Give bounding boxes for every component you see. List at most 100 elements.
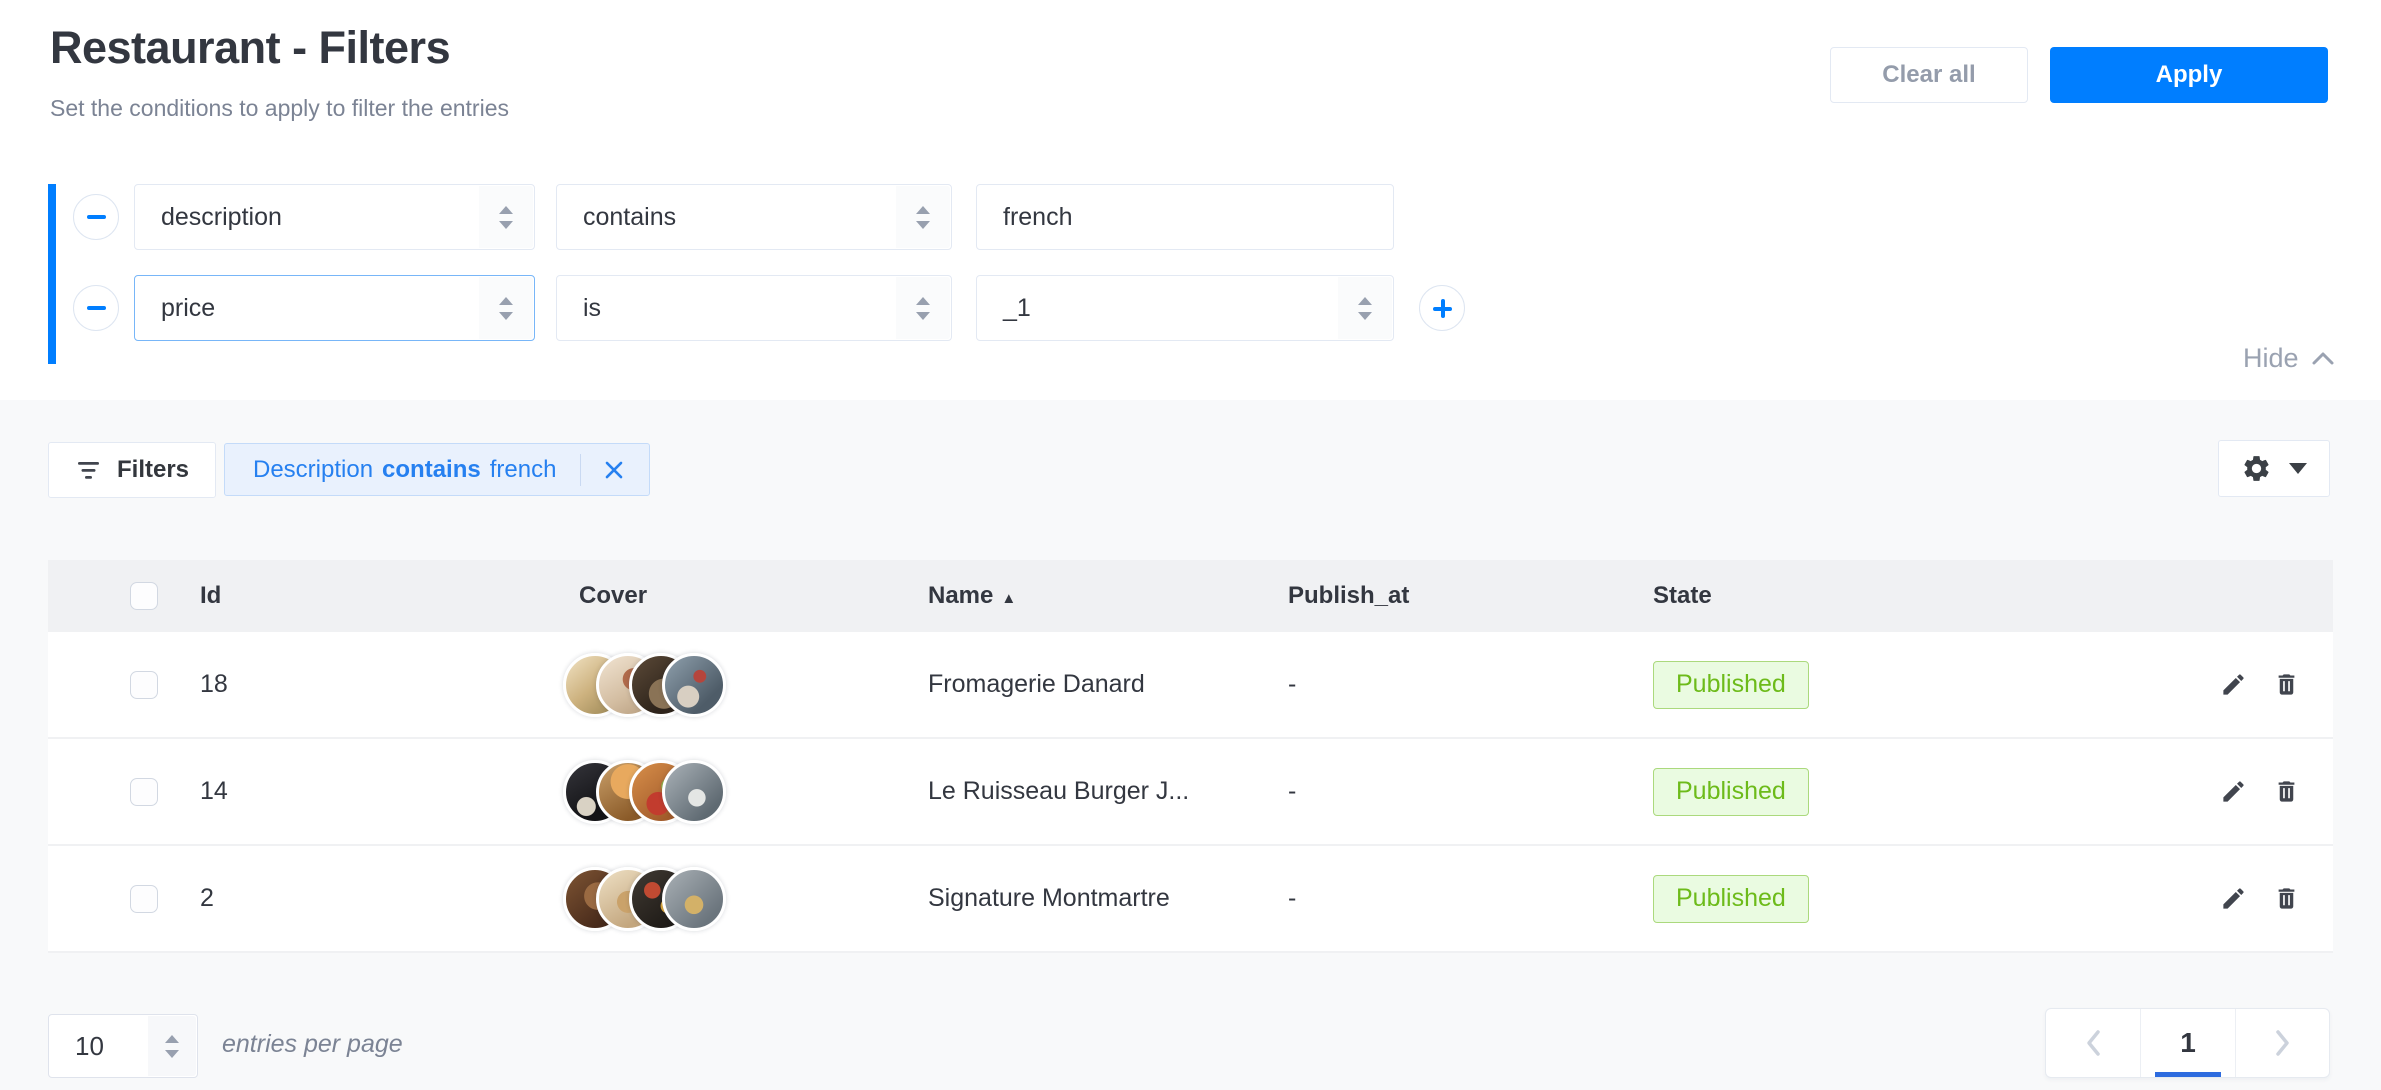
cell-id: 2 — [198, 884, 560, 913]
trash-icon — [2273, 778, 2300, 805]
active-filter-tag: Description contains french — [224, 443, 650, 496]
tag-divider — [580, 454, 581, 486]
clear-all-button[interactable]: Clear all — [1830, 47, 2028, 103]
close-icon — [601, 457, 627, 483]
page-size-select[interactable]: 10 — [48, 1014, 198, 1078]
state-badge: Published — [1653, 661, 1809, 709]
field-select-value: description — [161, 203, 282, 232]
table-header-row: Id Cover Name▲ Publish_at State — [48, 560, 2333, 632]
row-checkbox[interactable] — [130, 778, 158, 806]
cover-images — [563, 653, 726, 717]
trash-icon — [2273, 671, 2300, 698]
remove-filter-tag-button[interactable] — [601, 457, 627, 483]
active-page-indicator — [2155, 1072, 2221, 1077]
current-page-number: 1 — [2180, 1027, 2196, 1059]
select-stepper-icon — [148, 1016, 196, 1076]
select-all-checkbox[interactable] — [130, 582, 158, 610]
cover-image — [662, 760, 726, 824]
cell-name: Signature Montmartre — [928, 884, 1288, 913]
column-header-cover[interactable]: Cover — [560, 582, 928, 610]
restaurant-filters-page: Restaurant - Filters Set the conditions … — [0, 0, 2381, 1090]
cover-image — [662, 867, 726, 931]
value-select[interactable]: _1 — [976, 275, 1394, 341]
next-page-button[interactable] — [2235, 1009, 2329, 1077]
operator-select[interactable]: is — [556, 275, 952, 341]
pencil-icon — [2220, 671, 2247, 698]
page-subtitle: Set the conditions to apply to filter th… — [50, 95, 509, 122]
state-badge: Published — [1653, 768, 1809, 816]
field-select[interactable]: price — [134, 275, 535, 341]
add-condition-button[interactable] — [1419, 285, 1465, 331]
filter-condition-row: description contains — [73, 184, 1394, 250]
select-stepper-icon — [1338, 277, 1392, 339]
cell-name: Fromagerie Danard — [928, 670, 1288, 699]
cell-id: 18 — [198, 670, 560, 699]
field-select-value: price — [161, 294, 215, 323]
remove-condition-button[interactable] — [73, 194, 119, 240]
gear-icon — [2241, 453, 2272, 484]
cell-name: Le Ruisseau Burger J... — [928, 777, 1288, 806]
chevron-down-icon — [2289, 463, 2307, 474]
delete-button[interactable] — [2273, 778, 2300, 805]
operator-select-value: contains — [583, 203, 676, 232]
plus-icon — [1433, 299, 1452, 318]
remove-condition-button[interactable] — [73, 285, 119, 331]
field-select[interactable]: description — [134, 184, 535, 250]
pencil-icon — [2220, 778, 2247, 805]
chevron-up-icon — [2311, 351, 2335, 366]
row-checkbox[interactable] — [130, 885, 158, 913]
state-badge: Published — [1653, 875, 1809, 923]
select-stepper-icon — [896, 186, 950, 248]
content-area: Filters Description contains french — [0, 400, 2381, 1090]
value-select-value: _1 — [1003, 294, 1031, 323]
hide-filters-link[interactable]: Hide — [2243, 343, 2335, 374]
filters-button[interactable]: Filters — [48, 442, 216, 498]
pencil-icon — [2220, 885, 2247, 912]
chevron-right-icon — [2274, 1029, 2291, 1057]
row-checkbox[interactable] — [130, 671, 158, 699]
operator-select[interactable]: contains — [556, 184, 952, 250]
apply-button[interactable]: Apply — [2050, 47, 2328, 103]
sort-asc-icon: ▲ — [1001, 590, 1016, 607]
delete-button[interactable] — [2273, 671, 2300, 698]
chevron-left-icon — [2085, 1029, 2102, 1057]
select-stepper-icon — [479, 277, 533, 339]
filter-tag-value: french — [490, 456, 557, 484]
select-stepper-icon — [896, 277, 950, 339]
minus-icon — [87, 215, 106, 219]
table-row[interactable]: 14 Le Ruisseau Burger J... - Published — [48, 739, 2333, 846]
column-header-publish-at[interactable]: Publish_at — [1288, 582, 1653, 610]
cell-id: 14 — [198, 777, 560, 806]
edit-button[interactable] — [2220, 671, 2247, 698]
pagination: 1 — [2045, 1008, 2330, 1078]
cover-image — [662, 653, 726, 717]
edit-button[interactable] — [2220, 778, 2247, 805]
hide-label: Hide — [2243, 343, 2299, 374]
delete-button[interactable] — [2273, 885, 2300, 912]
column-header-state[interactable]: State — [1653, 582, 2145, 610]
value-input[interactable] — [976, 184, 1394, 250]
cover-images — [563, 867, 726, 931]
entries-per-page-label: entries per page — [222, 1030, 403, 1059]
page-size-value: 10 — [75, 1031, 104, 1062]
filter-accent-bar — [48, 184, 56, 364]
cover-images — [563, 760, 726, 824]
cell-publish-at: - — [1288, 777, 1653, 806]
column-header-name[interactable]: Name▲ — [928, 582, 1288, 610]
filter-icon — [75, 459, 102, 482]
minus-icon — [87, 306, 106, 310]
column-header-id[interactable]: Id — [198, 582, 560, 610]
settings-dropdown-button[interactable] — [2218, 440, 2330, 497]
page-title: Restaurant - Filters — [50, 22, 450, 74]
table-row[interactable]: 18 Fromagerie Danard - Published — [48, 632, 2333, 739]
cell-cover — [560, 867, 928, 931]
page-number-button[interactable]: 1 — [2140, 1009, 2234, 1077]
cell-publish-at: - — [1288, 670, 1653, 699]
table-row[interactable]: 2 Signature Montmartre - Published — [48, 846, 2333, 953]
entries-table: Id Cover Name▲ Publish_at State 18 — [48, 560, 2333, 953]
previous-page-button[interactable] — [2046, 1009, 2140, 1077]
filters-button-label: Filters — [117, 456, 189, 484]
trash-icon — [2273, 885, 2300, 912]
edit-button[interactable] — [2220, 885, 2247, 912]
filter-condition-row: price is _1 — [73, 275, 1465, 341]
